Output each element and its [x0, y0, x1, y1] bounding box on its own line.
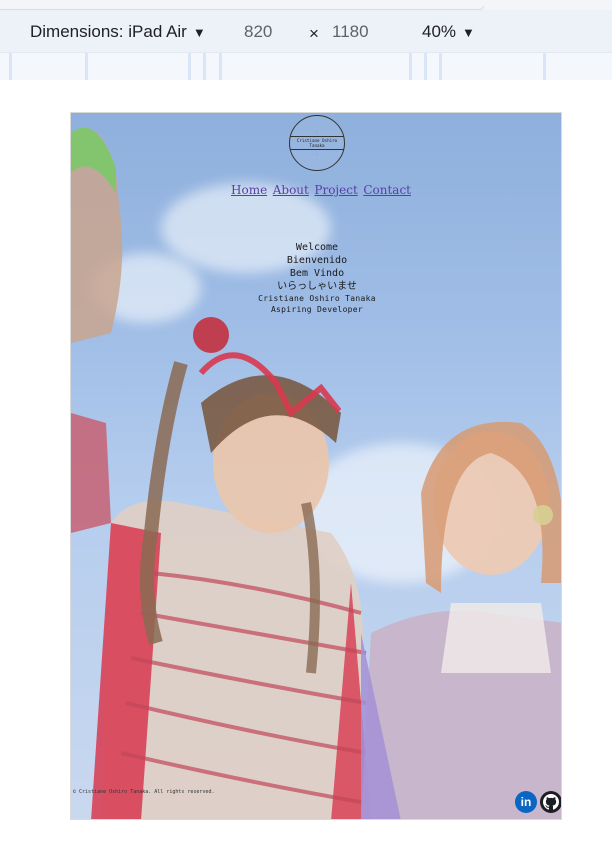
dimensions-caret-icon: ▼	[192, 24, 206, 40]
ruler-tick[interactable]	[188, 53, 191, 80]
footer-copyright: © Cristiane Oshiro Tanaka. All rights re…	[73, 789, 215, 795]
ruler-tick[interactable]	[219, 53, 222, 80]
media-query-ruler	[0, 52, 612, 80]
site-logo[interactable]: · Cristiane Oshiro Tanaka ·	[289, 115, 345, 171]
ruler-tick[interactable]	[439, 53, 442, 80]
ruler-tick[interactable]	[424, 53, 427, 80]
linkedin-glyph: in	[520, 795, 532, 809]
main-nav: Home About Project Contact	[231, 183, 411, 197]
nav-contact[interactable]: Contact	[363, 183, 411, 197]
zoom-label: 40%	[422, 22, 457, 41]
ruler-background	[0, 53, 612, 80]
nav-project[interactable]: Project	[314, 183, 357, 197]
zoom-select[interactable]: 40% ▼	[422, 22, 475, 42]
device-toolbar-row: Dimensions: iPad Air ▼ 820 × 1180 40% ▼	[0, 10, 612, 52]
logo-bottom-ornament: ·	[316, 152, 318, 156]
devtools-top-strip	[0, 0, 612, 10]
ruler-tick[interactable]	[85, 53, 88, 80]
welcome-line-es: Bienvenido	[286, 255, 348, 266]
ruler-tick[interactable]	[203, 53, 206, 80]
welcome-line-pt: Bem Vindo	[289, 268, 345, 279]
welcome-block: Welcome Bienvenido Bem Vindo いらっしゃいませ Cr…	[217, 241, 417, 315]
github-glyph-icon	[543, 794, 559, 810]
nav-about[interactable]: About	[273, 183, 309, 197]
nav-home[interactable]: Home	[231, 183, 267, 197]
linkedin-icon[interactable]: in	[515, 791, 537, 813]
welcome-line-ja: いらっしゃいませ	[277, 281, 357, 292]
welcome-line-en: Welcome	[295, 242, 339, 253]
logo-top-ornament: ·	[316, 130, 318, 134]
hero-photo	[71, 127, 561, 819]
devtools-device-toolbar: Dimensions: iPad Air ▼ 820 × 1180 40% ▼	[0, 0, 612, 82]
zoom-caret-icon: ▼	[462, 24, 475, 40]
github-icon[interactable]	[540, 791, 561, 813]
emulated-page-viewport[interactable]: · Cristiane Oshiro Tanaka · Home About P…	[70, 112, 562, 820]
owner-name: Cristiane Oshiro Tanaka	[258, 294, 376, 303]
ruler-tick[interactable]	[409, 53, 412, 80]
dimensions-select[interactable]: Dimensions: iPad Air ▼	[30, 22, 206, 42]
height-input[interactable]: 1180	[332, 22, 369, 42]
owner-title: Aspiring Developer	[270, 305, 364, 314]
logo-name-mark: Cristiane Oshiro Tanaka	[290, 136, 344, 150]
width-input[interactable]: 820	[244, 22, 272, 42]
dimensions-label: Dimensions: iPad Air	[30, 22, 187, 41]
ruler-tick[interactable]	[9, 53, 12, 80]
ruler-tick[interactable]	[543, 53, 546, 80]
dimension-separator: ×	[309, 24, 319, 43]
